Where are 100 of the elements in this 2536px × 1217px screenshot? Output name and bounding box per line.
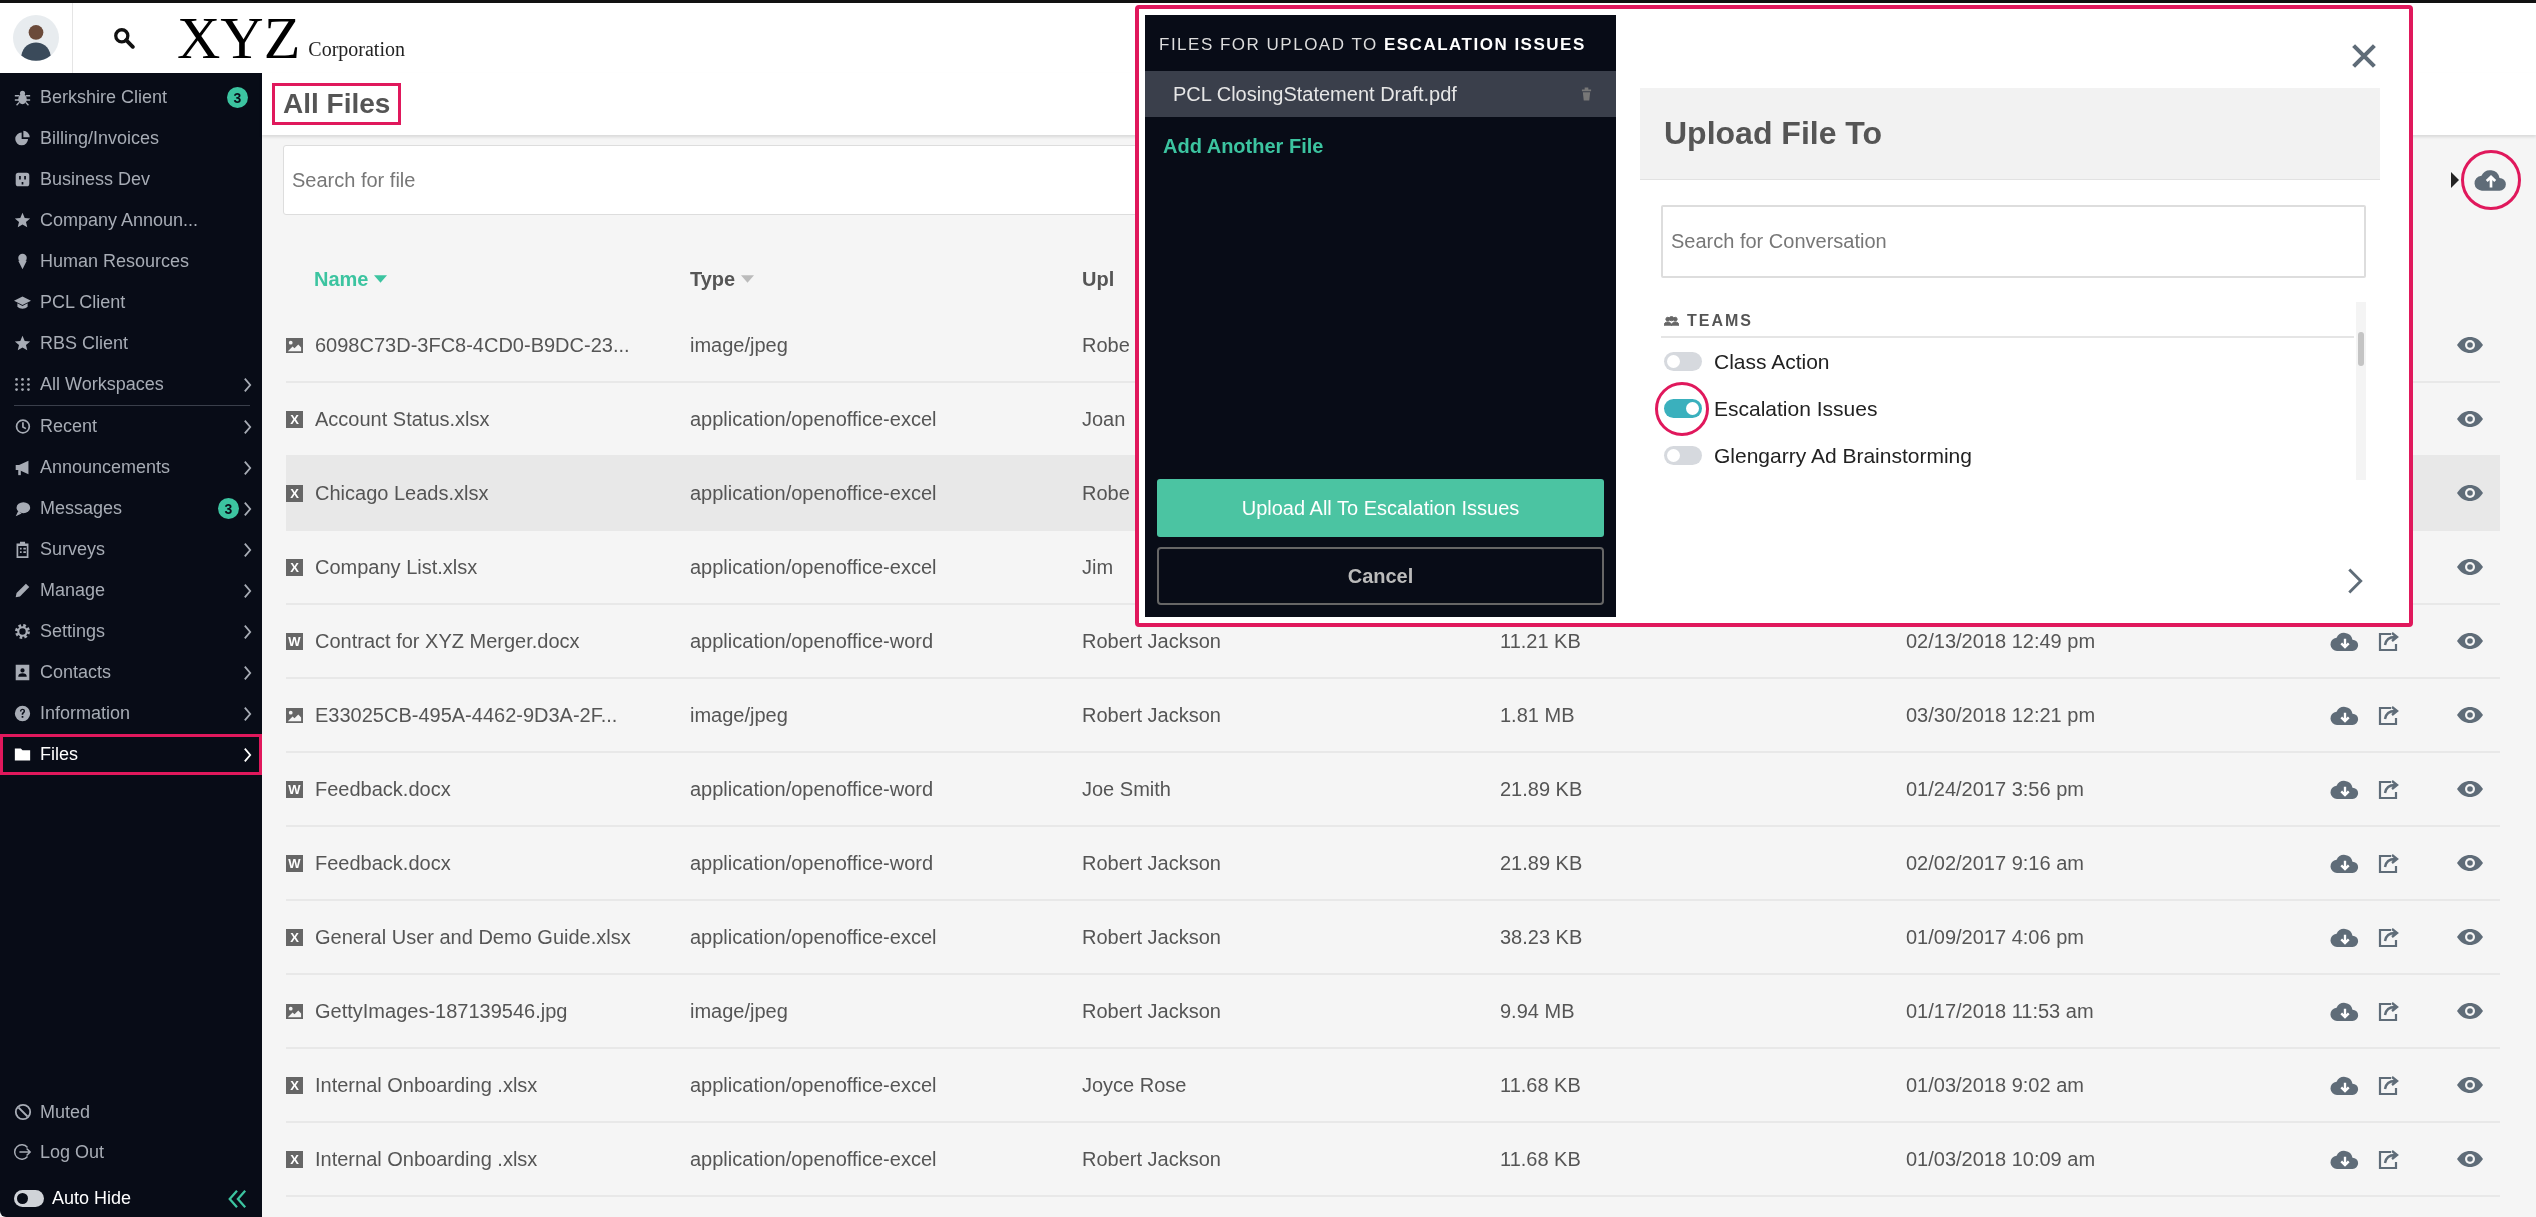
close-icon[interactable]: [2351, 43, 2377, 69]
image-file-icon: [286, 336, 303, 354]
sidebar-item[interactable]: Manage: [0, 570, 262, 611]
cancel-button[interactable]: Cancel: [1157, 547, 1604, 605]
cloud-download-icon[interactable]: [2330, 852, 2360, 874]
sidebar-item[interactable]: Billing/Invoices: [0, 118, 262, 159]
cloud-download-icon[interactable]: [2330, 1074, 2360, 1096]
eye-icon[interactable]: [2456, 780, 2484, 798]
table-cell: application/openoffice-word: [690, 777, 934, 801]
sidebar-item[interactable]: Information: [0, 693, 262, 734]
sidebar-item[interactable]: Messages 3: [0, 488, 262, 529]
eye-icon[interactable]: [2456, 336, 2484, 354]
share-icon[interactable]: [2378, 1075, 2400, 1095]
eye-icon[interactable]: [2456, 1150, 2484, 1168]
table-cell: application/openoffice-excel: [690, 555, 937, 579]
table-cell[interactable]: Feedback.docx: [315, 851, 451, 875]
cloud-download-icon[interactable]: [2330, 1148, 2360, 1170]
upload-button[interactable]: [2461, 150, 2521, 210]
document-file-icon: W: [286, 854, 303, 872]
share-icon[interactable]: [2378, 1001, 2400, 1021]
eye-icon[interactable]: [2456, 558, 2484, 576]
eye-icon[interactable]: [2456, 928, 2484, 946]
table-cell[interactable]: Internal Onboarding .xlsx: [315, 1073, 538, 1097]
chevron-right-icon[interactable]: [2347, 567, 2363, 595]
sidebar-link[interactable]: Log Out: [0, 1132, 262, 1172]
sidebar-item[interactable]: Company Announ...: [0, 200, 262, 241]
sidebar-item[interactable]: Berkshire Client 3: [0, 77, 262, 118]
scrollbar[interactable]: [2356, 302, 2366, 480]
share-icon[interactable]: [2378, 1149, 2400, 1169]
eye-icon[interactable]: [2456, 706, 2484, 724]
table-row[interactable]: X General User and Demo Guide.xlsx application/openoffice-excel Robert Jackson 38.23 KB 01/09/2017 4:06 pm: [286, 901, 2500, 975]
chevron-right-icon: [243, 540, 252, 559]
eye-icon[interactable]: [2456, 1002, 2484, 1020]
table-row[interactable]: X Internal Onboarding .xlsx application/openoffice-excel Robert Jackson 11.68 KB 01/03/2018 10:09 am: [286, 1123, 2500, 1197]
table-cell[interactable]: E33025CB-495A-4462-9D3A-2F...: [315, 703, 618, 727]
share-icon[interactable]: [2378, 853, 2400, 873]
eye-icon[interactable]: [2456, 410, 2484, 428]
table-row[interactable]: W Feedback.docx application/openoffice-word Robert Jackson 21.89 KB 02/02/2017 9:16 am: [286, 827, 2500, 901]
table-row[interactable]: E33025CB-495A-4462-9D3A-2F... image/jpeg Robert Jackson 1.81 MB 03/30/2018 12:21 pm: [286, 679, 2500, 753]
eye-icon[interactable]: [2456, 632, 2484, 650]
table-cell[interactable]: Feedback.docx: [315, 777, 451, 801]
eye-icon[interactable]: [2456, 484, 2484, 502]
table-row[interactable]: W Feedback.docx application/openoffice-word Joe Smith 21.89 KB 01/24/2017 3:56 pm: [286, 753, 2500, 827]
sidebar-item[interactable]: Surveys: [0, 529, 262, 570]
cloud-upload-icon: [2474, 168, 2508, 192]
star-icon: [14, 212, 31, 229]
chevron-right-icon: [243, 581, 252, 600]
share-icon[interactable]: [2378, 927, 2400, 947]
toggle-switch[interactable]: [1664, 446, 1702, 465]
column-header[interactable]: Type: [690, 267, 1082, 291]
cloud-download-icon[interactable]: [2330, 704, 2360, 726]
table-cell: 11.68 KB: [1500, 1073, 1581, 1097]
add-file-link[interactable]: Add Another File: [1145, 117, 1616, 158]
sidebar-item[interactable]: Settings: [0, 611, 262, 652]
table-cell[interactable]: Internal Onboarding .xlsx: [315, 1147, 538, 1171]
avatar-icon[interactable]: [13, 15, 59, 61]
sidebar-item[interactable]: Announcements: [0, 447, 262, 488]
file-entry[interactable]: PCL ClosingStatement Draft.pdf: [1145, 71, 1616, 117]
sidebar-item[interactable]: PCL Client: [0, 282, 262, 323]
spreadsheet-file-icon: X: [286, 558, 303, 576]
sidebar-item[interactable]: Human Resources: [0, 241, 262, 282]
cloud-download-icon[interactable]: [2330, 1000, 2360, 1022]
table-cell[interactable]: 6098C73D-3FC8-4CD0-B9DC-23...: [315, 333, 630, 357]
team-name: Escalation Issues: [1714, 396, 1878, 421]
share-icon[interactable]: [2378, 631, 2400, 651]
table-cell[interactable]: Account Status.xlsx: [315, 407, 490, 431]
table-cell[interactable]: Contract for XYZ Merger.docx: [315, 629, 580, 653]
eye-icon[interactable]: [2456, 854, 2484, 872]
sidebar-item[interactable]: RBS Client: [0, 323, 262, 364]
cloud-download-icon[interactable]: [2330, 778, 2360, 800]
share-icon[interactable]: [2378, 779, 2400, 799]
table-row[interactable]: X Internal Onboarding .xlsx application/openoffice-excel Joyce Rose 11.68 KB 01/03/2018 9:02 am: [286, 1049, 2500, 1123]
table-row[interactable]: GettyImages-187139546.jpg image/jpeg Robert Jackson 9.94 MB 01/17/2018 11:53 am: [286, 975, 2500, 1049]
sidebar-item[interactable]: All Workspaces: [0, 364, 262, 405]
cloud-download-icon[interactable]: [2330, 630, 2360, 652]
sidebar-item[interactable]: Files: [0, 734, 262, 775]
toggle-switch[interactable]: [1664, 352, 1702, 371]
table-cell[interactable]: General User and Demo Guide.xlsx: [315, 925, 631, 949]
section-heading: TEAMS: [1687, 312, 1753, 330]
gear-icon: [14, 623, 31, 640]
sidebar-item[interactable]: Business Dev: [0, 159, 262, 200]
toggle-switch[interactable]: [14, 1190, 44, 1207]
count-badge: 3: [227, 87, 248, 108]
sidebar-link[interactable]: Muted: [0, 1092, 262, 1132]
toggle-switch[interactable]: [1664, 399, 1702, 418]
trash-icon[interactable]: [1581, 87, 1592, 101]
cloud-download-icon[interactable]: [2330, 926, 2360, 948]
share-icon[interactable]: [2378, 705, 2400, 725]
sidebar-item[interactable]: Contacts: [0, 652, 262, 693]
eye-icon[interactable]: [2456, 1076, 2484, 1094]
double-chevron-left-icon[interactable]: [226, 1188, 248, 1209]
sidebar-item[interactable]: Recent: [0, 406, 262, 447]
page-title: All Files: [272, 83, 402, 125]
table-cell[interactable]: GettyImages-187139546.jpg: [315, 999, 568, 1023]
search-field[interactable]: Search for Conversation: [1661, 205, 2366, 278]
team-name: Class Action: [1714, 349, 1830, 374]
table-cell[interactable]: Company List.xlsx: [315, 555, 478, 579]
search-icon[interactable]: [113, 27, 135, 49]
dialog-heading: FILES FOR UPLOAD TO ESCALATION ISSUES: [1158, 34, 1587, 56]
table-cell[interactable]: Chicago Leads.xlsx: [315, 481, 489, 505]
